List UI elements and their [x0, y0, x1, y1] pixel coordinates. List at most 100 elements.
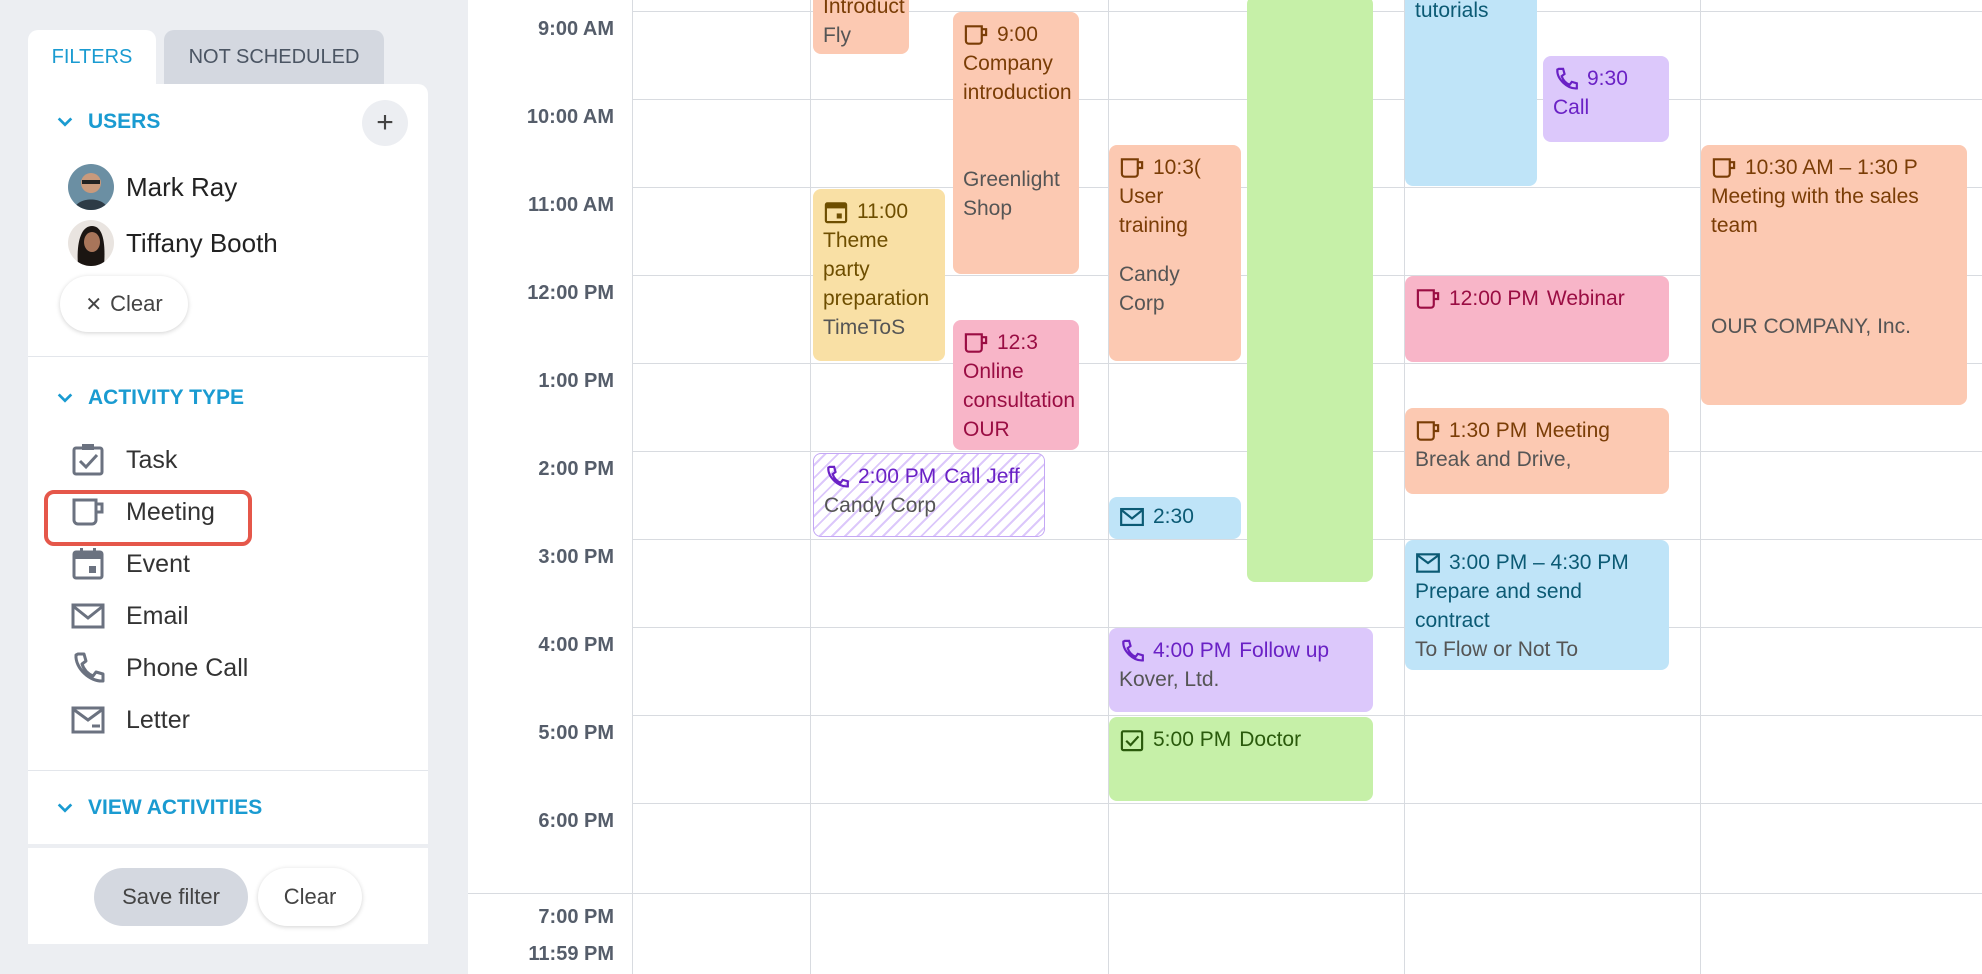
- add-user-button[interactable]: +: [362, 100, 408, 146]
- calendar-event[interactable]: [1247, 0, 1373, 582]
- time-label: 2:00 PM: [538, 458, 614, 480]
- event-title: Webinar: [1546, 287, 1625, 310]
- email-icon: [71, 603, 105, 629]
- task-icon: [1120, 729, 1144, 751]
- meeting-highlight-box: [44, 490, 252, 546]
- phone-icon: [1556, 67, 1578, 89]
- meeting-icon: [964, 332, 988, 353]
- activity-type-phone-call[interactable]: Phone Call: [70, 650, 248, 686]
- calendar-event[interactable]: 2:30: [1109, 497, 1241, 539]
- event-title: Prepare and send contract: [1415, 580, 1582, 632]
- activity-type-label: Event: [126, 549, 190, 578]
- calendar-event[interactable]: 9:00 Company introduction Greenlight Sho…: [953, 12, 1079, 274]
- save-filter-button[interactable]: Save filter: [94, 868, 248, 926]
- time-label: 3:00 PM: [538, 546, 614, 568]
- time-label: 12:00 PM: [527, 282, 614, 304]
- event-time: 2:00 PM: [858, 465, 937, 488]
- phone-icon: [827, 465, 849, 487]
- event-time: 1:30 PM: [1449, 419, 1528, 442]
- event-company: Candy Corp: [1119, 263, 1180, 315]
- calendar-event[interactable]: 9:30 Call: [1543, 56, 1669, 142]
- calendar-event[interactable]: 5:00 PM Doctor: [1109, 717, 1373, 801]
- filter-sidebar: FILTERS NOT SCHEDULED USERS + Mark Ray T…: [0, 0, 468, 974]
- calendar-event[interactable]: 11:00 Theme party preparation TimeToS: [813, 189, 945, 361]
- view-activities-section-toggle[interactable]: VIEW ACTIVITIES: [56, 796, 262, 820]
- calendar-event[interactable]: 12:3 Online consultation OUR: [953, 320, 1079, 450]
- activity-type-task[interactable]: Task: [70, 442, 177, 478]
- users-section-toggle[interactable]: USERS: [56, 110, 160, 134]
- time-label: 4:00 PM: [538, 634, 614, 656]
- clear-users-label: Clear: [110, 291, 163, 316]
- event-company: Greenlight Shop: [963, 168, 1060, 220]
- event-title: Follow up: [1239, 639, 1330, 662]
- meeting-icon: [1416, 420, 1440, 441]
- activity-type-label: Task: [126, 445, 178, 474]
- event-title: Meeting with the sales team: [1711, 185, 1919, 237]
- day-column-line: [1700, 0, 1701, 974]
- event-company: Fly Logistics: [823, 24, 905, 54]
- grid-line: [632, 715, 1982, 716]
- tab-not-scheduled[interactable]: NOT SCHEDULED: [164, 30, 384, 84]
- calendar-event[interactable]: 4:00 PM Follow up Kover, Ltd.: [1109, 628, 1373, 712]
- meeting-icon: [964, 24, 988, 45]
- calendar-event[interactable]: 3:00 PM – 4:30 PM Prepare and send contr…: [1405, 540, 1669, 670]
- chevron-down-icon: [57, 803, 73, 813]
- activity-type-letter[interactable]: Letter: [70, 702, 190, 738]
- letter-icon: [1416, 552, 1440, 573]
- calendar-event[interactable]: 2:00 PM Call Jeff Candy Corp: [813, 453, 1045, 537]
- user-item[interactable]: Mark Ray: [68, 164, 237, 210]
- event-title: tutorials: [1415, 0, 1489, 22]
- time-label: 9:00 AM: [538, 18, 614, 40]
- user-name: Mark Ray: [126, 171, 238, 202]
- event-company: TimeToS: [823, 316, 906, 339]
- event-company: To Flow or Not To: [1415, 638, 1579, 661]
- calendar-event[interactable]: 1:30 PM Meeting Break and Drive,: [1405, 408, 1669, 494]
- user-item[interactable]: Tiffany Booth: [68, 220, 278, 266]
- grid-line: [468, 893, 1982, 894]
- calendar-event[interactable]: 10:30 AM – 1:30 P Meeting with the sales…: [1701, 145, 1967, 405]
- meeting-icon: [1416, 288, 1440, 309]
- chevron-down-icon: [57, 393, 73, 403]
- calendar-event[interactable]: 10:3( User training Candy Corp: [1109, 145, 1241, 361]
- event-icon: [824, 201, 848, 223]
- filter-footer: Save filter Clear: [28, 848, 428, 944]
- chevron-down-icon: [57, 117, 73, 127]
- activity-type-section-toggle[interactable]: ACTIVITY TYPE: [56, 386, 244, 410]
- day-column-line: [1108, 0, 1109, 974]
- day-column-line: [810, 0, 811, 974]
- activity-type-email[interactable]: Email: [70, 598, 189, 634]
- event-time: 4:00 PM: [1153, 639, 1232, 662]
- event-company: OUR: [963, 418, 1010, 441]
- event-time: 2:30: [1153, 505, 1194, 528]
- event-title: Theme party preparation: [823, 229, 930, 310]
- event-time: 11:00: [857, 200, 908, 223]
- calendar-grid: 9:00 AM 10:00 AM 11:00 AM 12:00 PM 1:00 …: [468, 0, 1982, 974]
- users-section-title: USERS: [88, 110, 161, 133]
- calendar-event[interactable]: Introduct Fly Logistics: [813, 0, 909, 54]
- event-time: 10:30 AM – 1:30 P: [1745, 156, 1918, 179]
- event-company: OUR COMPANY, Inc.: [1711, 315, 1911, 338]
- event-title: Meeting: [1535, 419, 1610, 442]
- event-title: Online consultation: [963, 360, 1076, 412]
- event-time: 3:00 PM – 4:30 PM: [1449, 551, 1629, 574]
- time-label: 7:00 PM: [538, 906, 614, 928]
- close-icon: ✕: [85, 293, 103, 316]
- task-icon: [72, 444, 104, 476]
- filters-panel: USERS + Mark Ray Tiffany Booth ✕ Clear A…: [28, 84, 428, 844]
- event-time: 5:00 PM: [1153, 728, 1232, 751]
- calendar-event[interactable]: tutorials: [1405, 0, 1537, 186]
- activity-type-label: Email: [126, 601, 189, 630]
- activity-type-label: Letter: [126, 705, 190, 734]
- event-company: Candy Corp: [824, 494, 937, 517]
- clear-users-button[interactable]: ✕ Clear: [60, 276, 188, 332]
- phone-icon: [1122, 639, 1144, 661]
- grid-line: [632, 803, 1982, 804]
- tab-filters[interactable]: FILTERS: [28, 30, 156, 84]
- clear-filter-button[interactable]: Clear: [258, 868, 362, 926]
- time-label: 6:00 PM: [538, 810, 614, 832]
- event-time: 12:3: [997, 331, 1038, 354]
- activity-type-event[interactable]: Event: [70, 546, 190, 582]
- calendar-event[interactable]: 12:00 PM Webinar: [1405, 276, 1669, 362]
- letter-icon: [71, 706, 105, 734]
- event-title: User training: [1119, 185, 1188, 237]
